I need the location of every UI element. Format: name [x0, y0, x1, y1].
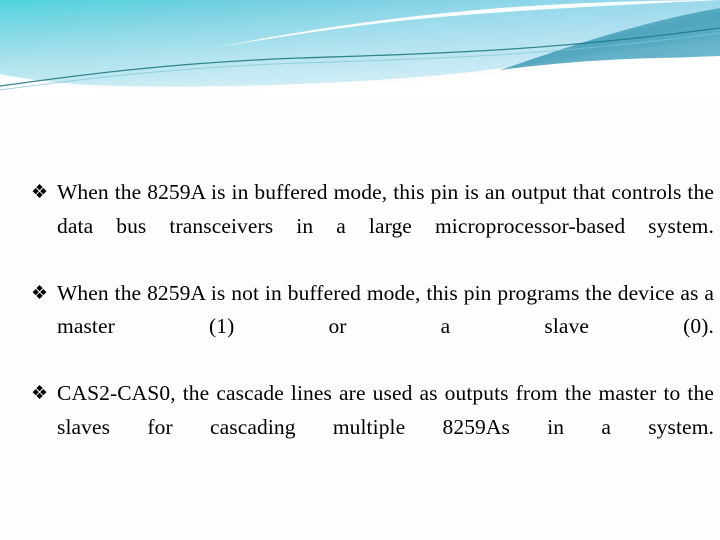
bullet-text: When the 8259A is in buffered mode, this…: [57, 180, 714, 238]
banner-base-shape: [0, 0, 720, 87]
banner-artwork: [0, 0, 720, 96]
slide-body: ❖ When the 8259A is in buffered mode, th…: [30, 176, 714, 478]
bullet-item: ❖ CAS2-CAS0, the cascade lines are used …: [30, 377, 714, 478]
bullet-text: CAS2-CAS0, the cascade lines are used as…: [57, 381, 714, 439]
decorative-banner: [0, 0, 720, 96]
banner-accent-line: [0, 27, 720, 87]
banner-dark-band: [500, 8, 720, 70]
diamond-bullet-icon: ❖: [31, 282, 49, 304]
banner-accent-line-secondary: [0, 32, 720, 91]
bullet-item: ❖ When the 8259A is not in buffered mode…: [30, 277, 714, 378]
banner-swoosh-lower: [0, 56, 720, 96]
bullet-item: ❖ When the 8259A is in buffered mode, th…: [30, 176, 714, 277]
diamond-bullet-icon: ❖: [31, 383, 49, 404]
diamond-bullet-icon: ❖: [31, 182, 49, 203]
banner-swoosh-upper: [215, 0, 720, 48]
slide: ❖ When the 8259A is in buffered mode, th…: [0, 0, 720, 540]
banner-wash: [0, 0, 720, 87]
bullet-text: When the 8259A is not in buffered mode, …: [57, 280, 714, 339]
